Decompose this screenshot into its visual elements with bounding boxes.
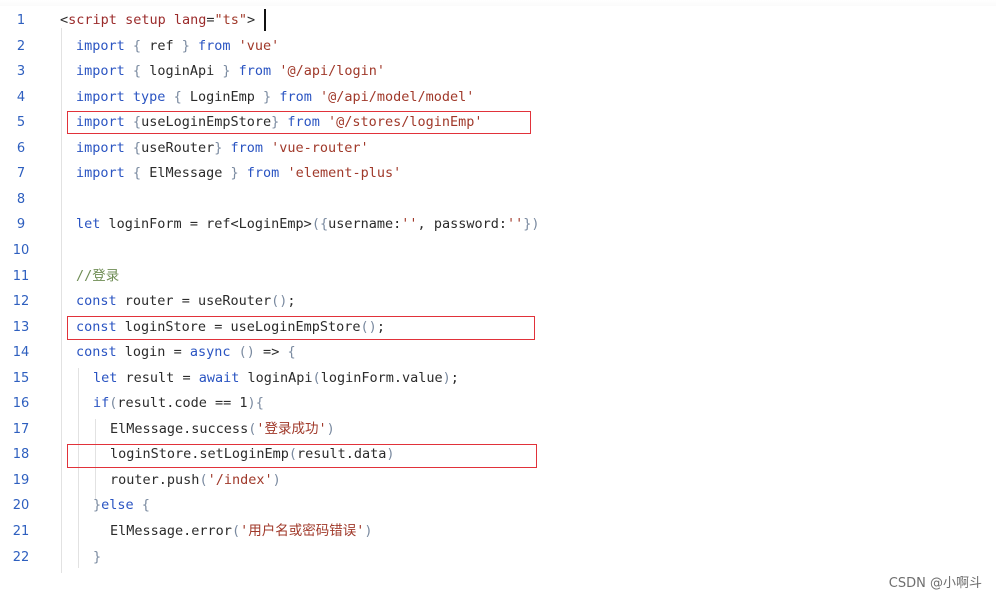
- line-number: 3: [16, 64, 26, 80]
- code-line[interactable]: const router = useRouter();: [76, 289, 296, 315]
- text-cursor: [264, 9, 266, 31]
- code-line[interactable]: const login = async () => {: [76, 340, 296, 366]
- code-line[interactable]: //登录: [76, 264, 119, 290]
- indent-guide-level-1: [61, 28, 62, 573]
- line-number: 14: [12, 345, 30, 361]
- line-number: 8: [16, 191, 26, 207]
- code-line[interactable]: <script setup lang="ts">: [60, 8, 255, 34]
- highlight-box-import-store: [67, 111, 531, 134]
- code-line[interactable]: import {useRouter} from 'vue-router': [76, 136, 369, 162]
- code-editor[interactable]: 1 2 3 4 5 6 7 8 9 10 11 12 13 14 15 16 17 18 19 20 21 22 <scr…: [0, 0, 996, 599]
- highlight-box-set-login-emp: [67, 444, 537, 468]
- line-number: 12: [12, 294, 30, 310]
- code-line[interactable]: import type { LoginEmp } from '@/api/mod…: [76, 85, 474, 111]
- code-line[interactable]: }else {: [93, 493, 150, 519]
- csdn-watermark: CSDN @小啊斗: [888, 576, 982, 591]
- line-number: 17: [12, 421, 30, 437]
- code-line[interactable]: ElMessage.success('登录成功'): [110, 417, 335, 443]
- code-line[interactable]: let result = await loginApi(loginForm.va…: [93, 366, 459, 392]
- line-number: 13: [12, 319, 30, 335]
- line-number: 10: [12, 242, 30, 258]
- indent-guide-level-2: [78, 368, 79, 568]
- line-number-gutter: 1 2 3 4 5 6 7 8 9 10 11 12 13 14 15 16 17 18 19 20 21 22: [0, 6, 58, 574]
- line-number: 11: [12, 268, 30, 284]
- line-number: 4: [16, 89, 26, 105]
- line-number: 15: [12, 370, 30, 386]
- code-line[interactable]: import { ElMessage } from 'element-plus': [76, 161, 401, 187]
- line-number: 19: [12, 472, 30, 488]
- line-number: 20: [12, 498, 30, 514]
- code-line[interactable]: import { ref } from 'vue': [76, 34, 279, 60]
- code-line[interactable]: router.push('/index'): [110, 468, 281, 494]
- line-number: 9: [16, 217, 26, 233]
- code-line[interactable]: import { loginApi } from '@/api/login': [76, 59, 385, 85]
- line-number: 22: [12, 549, 30, 565]
- line-number: 18: [12, 447, 30, 463]
- code-area[interactable]: <script setup lang="ts"> import { ref } f…: [58, 6, 996, 574]
- line-number: 7: [16, 166, 26, 182]
- line-number: 1: [16, 13, 26, 28]
- code-line[interactable]: ElMessage.error('用户名或密码错误'): [110, 519, 372, 545]
- line-number: 16: [12, 396, 30, 412]
- highlight-box-login-store: [67, 316, 535, 340]
- code-line[interactable]: let loginForm = ref<LoginEmp>({username:…: [76, 212, 540, 238]
- code-line[interactable]: }: [93, 545, 101, 571]
- code-line[interactable]: if(result.code == 1){: [93, 391, 264, 417]
- line-number: 5: [16, 115, 26, 131]
- line-number: 21: [12, 524, 30, 539]
- line-number: 6: [16, 140, 26, 156]
- line-number: 2: [16, 38, 26, 54]
